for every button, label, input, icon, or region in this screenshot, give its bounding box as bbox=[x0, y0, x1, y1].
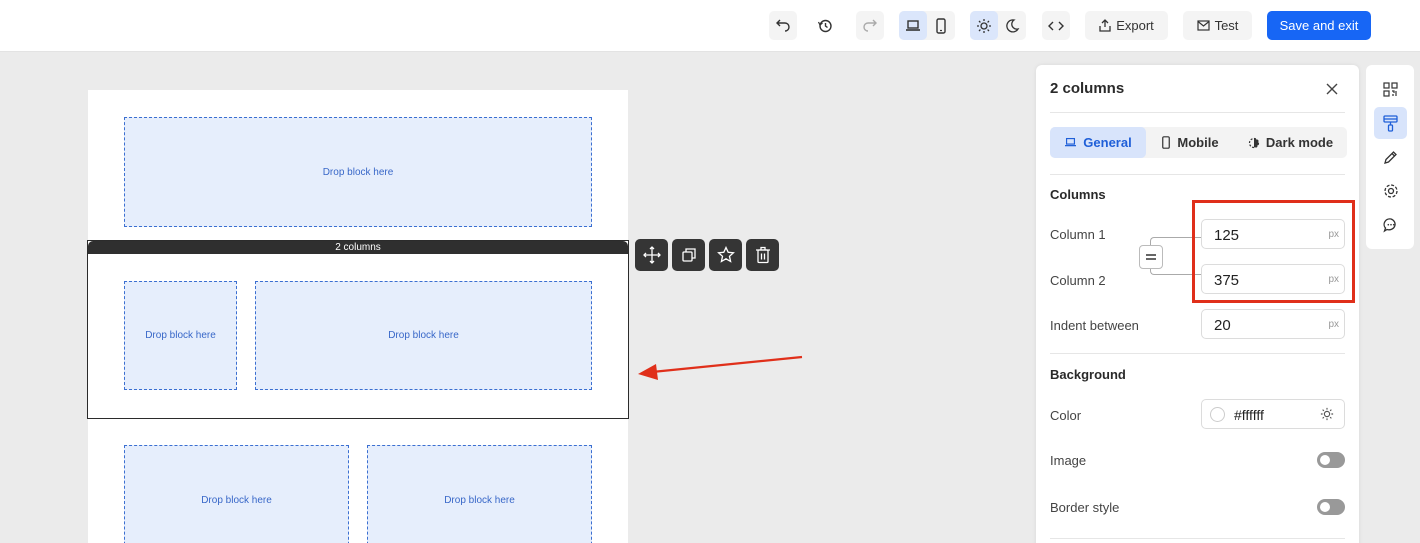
toggle-knob bbox=[1320, 502, 1330, 512]
light-mode-button[interactable] bbox=[970, 11, 998, 40]
unit-label: px bbox=[1328, 319, 1339, 330]
divider bbox=[1050, 538, 1345, 539]
save-and-exit-button[interactable]: Save and exit bbox=[1267, 11, 1371, 40]
link-columns-button[interactable] bbox=[1139, 245, 1163, 269]
drop-zone[interactable]: Drop block here bbox=[367, 445, 592, 543]
star-icon bbox=[716, 246, 735, 263]
close-icon[interactable] bbox=[1325, 82, 1339, 96]
test-label: Test bbox=[1214, 18, 1239, 33]
sun-icon[interactable] bbox=[1320, 407, 1334, 421]
divider bbox=[1050, 112, 1345, 113]
move-icon bbox=[642, 246, 661, 264]
comments-button[interactable] bbox=[1374, 209, 1407, 241]
column-1-label: Column 1 bbox=[1050, 227, 1106, 242]
indent-value: 20 bbox=[1214, 317, 1231, 334]
color-swatch[interactable] bbox=[1210, 407, 1225, 422]
border-style-label: Border style bbox=[1050, 500, 1120, 515]
tab-general[interactable]: General bbox=[1050, 127, 1146, 158]
divider bbox=[1050, 174, 1345, 175]
moon-icon bbox=[1006, 18, 1020, 33]
test-button[interactable]: Test bbox=[1183, 11, 1252, 40]
laptop-icon bbox=[1065, 137, 1077, 147]
side-rail bbox=[1366, 65, 1414, 249]
dark-mode-button[interactable] bbox=[998, 11, 1026, 40]
code-view-button[interactable] bbox=[1042, 11, 1070, 40]
undo-button[interactable] bbox=[769, 11, 797, 40]
tab-label: Dark mode bbox=[1265, 135, 1334, 150]
half-moon-icon bbox=[1248, 137, 1259, 148]
phone-icon bbox=[1162, 136, 1171, 149]
duplicate-block-button[interactable] bbox=[672, 239, 705, 271]
delete-block-button[interactable] bbox=[746, 239, 779, 271]
redo-icon bbox=[863, 19, 877, 32]
mobile-view-button[interactable] bbox=[927, 11, 955, 40]
background-color-input[interactable]: #ffffff bbox=[1201, 399, 1345, 429]
sun-icon bbox=[977, 18, 991, 33]
blocks-button[interactable] bbox=[1374, 73, 1407, 105]
color-label: Color bbox=[1050, 408, 1082, 423]
undo-icon bbox=[776, 19, 790, 32]
paint-roller-icon bbox=[1383, 114, 1398, 132]
tab-label: Mobile bbox=[1177, 135, 1219, 150]
equals-icon bbox=[1146, 254, 1156, 260]
border-style-toggle[interactable] bbox=[1317, 499, 1345, 515]
desktop-view-button[interactable] bbox=[899, 11, 927, 40]
divider bbox=[1050, 353, 1345, 354]
phone-icon bbox=[936, 17, 946, 34]
trash-icon bbox=[755, 246, 770, 264]
export-button[interactable]: Export bbox=[1085, 11, 1168, 40]
copy-icon bbox=[681, 248, 696, 262]
tab-dark-mode[interactable]: Dark mode bbox=[1234, 127, 1347, 158]
image-toggle[interactable] bbox=[1317, 452, 1345, 468]
upload-icon bbox=[1099, 19, 1111, 32]
tab-label: General bbox=[1083, 135, 1132, 150]
block-settings-panel: 2 columns General Mobile Dark mode Colum… bbox=[1036, 65, 1359, 543]
history-button[interactable] bbox=[811, 11, 839, 40]
indent-between-input[interactable]: 20 px bbox=[1201, 309, 1345, 339]
indent-label: Indent between bbox=[1050, 318, 1139, 333]
laptop-icon bbox=[906, 19, 920, 31]
block-type-label: 2 columns bbox=[88, 241, 628, 254]
panel-title: 2 columns bbox=[1050, 80, 1125, 97]
favorite-block-button[interactable] bbox=[709, 239, 742, 271]
image-label: Image bbox=[1050, 453, 1087, 468]
theme-toggle bbox=[970, 11, 1026, 40]
qr-grid-icon bbox=[1383, 81, 1398, 97]
mail-icon bbox=[1196, 20, 1210, 31]
annotation-arrow bbox=[638, 355, 803, 380]
drop-zone[interactable]: Drop block here bbox=[255, 281, 592, 390]
chat-bubble-icon bbox=[1382, 218, 1396, 233]
top-toolbar: Export Test Save and exit bbox=[0, 0, 1420, 52]
code-icon bbox=[1048, 21, 1064, 30]
block-toolbar bbox=[635, 239, 779, 271]
redo-button[interactable] bbox=[856, 11, 884, 40]
settings-tabs: General Mobile Dark mode bbox=[1050, 127, 1347, 158]
columns-section-title: Columns bbox=[1050, 187, 1106, 202]
export-label: Export bbox=[1116, 18, 1154, 33]
color-hex-value: #ffffff bbox=[1234, 407, 1264, 423]
gear-icon bbox=[1383, 184, 1398, 198]
toggle-knob bbox=[1320, 455, 1330, 465]
tab-mobile[interactable]: Mobile bbox=[1146, 127, 1234, 158]
move-block-button[interactable] bbox=[635, 239, 668, 271]
annotation-highlight-box bbox=[1192, 200, 1355, 303]
column-2-label: Column 2 bbox=[1050, 273, 1106, 288]
drop-zone[interactable]: Drop block here bbox=[124, 117, 592, 227]
background-section-title: Background bbox=[1050, 367, 1126, 382]
style-button[interactable] bbox=[1374, 107, 1407, 139]
drop-zone[interactable]: Drop block here bbox=[124, 445, 349, 543]
pencil-icon bbox=[1384, 150, 1397, 164]
drop-zone[interactable]: Drop block here bbox=[124, 281, 237, 390]
history-icon bbox=[817, 19, 832, 32]
edit-button[interactable] bbox=[1374, 141, 1407, 173]
settings-button[interactable] bbox=[1374, 175, 1407, 207]
device-toggle bbox=[899, 11, 955, 40]
